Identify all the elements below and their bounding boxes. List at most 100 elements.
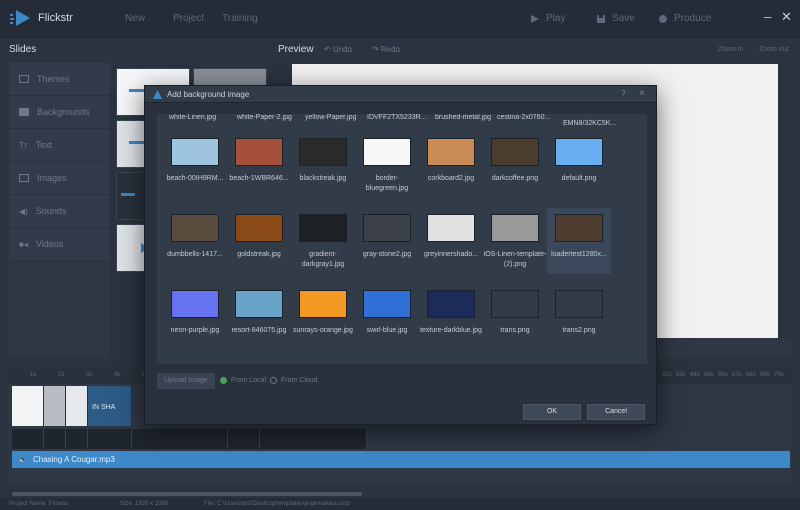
save-button[interactable]: Save: [596, 13, 635, 24]
tile-label: blackstreak.jpg: [299, 175, 347, 182]
play-label: Play: [546, 13, 566, 24]
gallery-tile[interactable]: gradient-darkgray1.jpg: [291, 214, 355, 270]
minimize-button[interactable]: –: [764, 10, 771, 24]
tile-label: trans.png: [500, 327, 530, 334]
track-cell[interactable]: [88, 429, 132, 449]
tile-thumbnail: [171, 138, 219, 166]
ruler-tick: 70s: [774, 372, 784, 378]
produce-icon: [659, 14, 667, 23]
videos-icon: ■◂: [19, 239, 28, 249]
tile-thumbnail: [235, 214, 283, 242]
tile-thumbnail: [491, 138, 539, 166]
dialog-titlebar: Add background image ? ×: [145, 86, 656, 103]
ruler-tick: 67s: [732, 372, 742, 378]
tile-label: iOS-Linen-template-(2).png: [483, 251, 547, 268]
gallery-tile[interactable]: sunrays-orange.jpg: [291, 290, 355, 336]
track-cell[interactable]: [12, 429, 44, 449]
gallery-tile[interactable]: swirl-blue.jpg: [355, 290, 419, 336]
app-title: Flickstr: [38, 12, 73, 24]
menu-training[interactable]: Training: [222, 13, 258, 24]
status-size: Size: 1920 x 1080: [120, 501, 169, 507]
preview-heading: Preview: [278, 44, 314, 55]
upload-image-button[interactable]: Upload Image: [157, 373, 215, 389]
sidebar-item-themes[interactable]: Themes: [9, 63, 110, 96]
sidebar-item-backgrounds[interactable]: Backgrounds: [9, 96, 110, 129]
play-button[interactable]: Play: [530, 13, 565, 24]
produce-button[interactable]: Produce: [658, 13, 711, 24]
ok-button[interactable]: OK: [523, 404, 581, 420]
status-file: File: C:\Users\test\Desktop\templates\ji…: [204, 501, 350, 507]
gallery-tile[interactable]: blackstreak.jpg: [291, 138, 355, 184]
tile-thumbnail: [427, 290, 475, 318]
sidebar-item-label: Videos: [35, 239, 64, 249]
from-local-radio[interactable]: From Local: [220, 377, 266, 384]
zoom-out-button[interactable]: Zoom out: [759, 46, 789, 53]
gallery-tile[interactable]: corkboard2.jpg: [419, 138, 483, 184]
gallery-tile[interactable]: dumbbells-1417...: [163, 214, 227, 260]
ruler-tick: 63s: [676, 372, 686, 378]
tile-label: default.png: [561, 175, 597, 182]
menu-new[interactable]: New: [125, 13, 145, 24]
undo-button[interactable]: ↶ Undo: [324, 45, 352, 54]
gallery-tile[interactable]: goldstreak.jpg: [227, 214, 291, 260]
close-window-button[interactable]: ✕: [781, 10, 792, 24]
timeline-clip[interactable]: [44, 386, 66, 426]
text-icon: Tт: [19, 140, 28, 150]
cancel-button[interactable]: Cancel: [587, 404, 645, 420]
gallery-tile[interactable]: trans2.png: [547, 290, 611, 336]
close-icon[interactable]: ×: [639, 88, 645, 99]
timeline-clip[interactable]: [12, 386, 44, 426]
tile-thumbnail: [555, 138, 603, 166]
sidebar-item-text[interactable]: Tт Text: [9, 129, 110, 162]
timeline-clip[interactable]: IN SHA: [88, 386, 132, 426]
image-gallery[interactable]: white-Linen.jpg white-Paper-2.jpg yellow…: [157, 114, 647, 364]
gallery-tile[interactable]: gray-stone2.jpg: [355, 214, 419, 260]
gallery-tile[interactable]: beach-1WBR646...: [227, 138, 291, 184]
gallery-tile[interactable]: greyinnershado...: [419, 214, 483, 260]
gallery-tile[interactable]: loadertest1280x...: [547, 208, 611, 274]
sidebar-item-label: Backgrounds: [37, 107, 90, 117]
sidebar-item-images[interactable]: Images: [9, 162, 110, 195]
track-cell[interactable]: [66, 429, 88, 449]
radio-selected-icon: [220, 377, 227, 384]
undo-icon: ↶: [324, 45, 333, 54]
from-cloud-radio[interactable]: From Cloud: [270, 377, 318, 384]
audio-track-label: Chasing A Cougar.mp3: [32, 455, 115, 464]
tile-thumbnail: [363, 290, 411, 318]
help-icon[interactable]: ?: [621, 89, 625, 98]
tile-label: border-bluegreen.jpg: [365, 175, 409, 192]
tile-label: loadertest1280x...: [551, 251, 607, 258]
gallery-cut-label: IDVFF2TX5233R...: [367, 114, 427, 121]
track-cell[interactable]: [228, 429, 260, 449]
gallery-tile[interactable]: texture-darkblue.jpg: [419, 290, 483, 336]
gallery-tile[interactable]: neon-purple.jpg: [163, 290, 227, 336]
tile-label: swirl-blue.jpg: [366, 327, 408, 334]
gallery-tile[interactable]: iOS-Linen-template-(2).png: [483, 214, 547, 270]
ruler-tick: 65s: [704, 372, 714, 378]
sidebar-item-label: Sounds: [35, 206, 67, 216]
timeline-scrollbar[interactable]: [12, 492, 362, 496]
redo-button[interactable]: ↷ Redo: [372, 45, 400, 54]
audio-track[interactable]: 🔈 Chasing A Cougar.mp3: [12, 451, 790, 468]
tile-thumbnail: [299, 138, 347, 166]
zoom-in-button[interactable]: Zoom in: [718, 46, 743, 53]
tile-label: darkcoffee.png: [491, 175, 539, 182]
gallery-tile[interactable]: beach-00IH9RM...: [163, 138, 227, 184]
gallery-tile[interactable]: darkcoffee.png: [483, 138, 547, 184]
gallery-cut-label: brushed-metal.jpg: [435, 114, 492, 121]
track-cell[interactable]: [132, 429, 228, 449]
gallery-tile[interactable]: trans.png: [483, 290, 547, 336]
tile-label: corkboard2.jpg: [427, 175, 475, 182]
gallery-tile[interactable]: border-bluegreen.jpg: [355, 138, 419, 194]
sidebar-item-videos[interactable]: ■◂ Videos: [9, 228, 110, 261]
gallery-tile[interactable]: default.png: [547, 138, 611, 184]
menu-project[interactable]: Project: [173, 13, 204, 24]
track-cell[interactable]: [44, 429, 66, 449]
timeline-clip[interactable]: [66, 386, 88, 426]
triangle-logo-icon: [153, 90, 162, 99]
images-icon: [19, 174, 29, 182]
track-row: [12, 429, 367, 449]
sidebar-item-sounds[interactable]: ◀) Sounds: [9, 195, 110, 228]
gallery-tile[interactable]: resort-846075.jpg: [227, 290, 291, 336]
track-cell[interactable]: [260, 429, 367, 449]
